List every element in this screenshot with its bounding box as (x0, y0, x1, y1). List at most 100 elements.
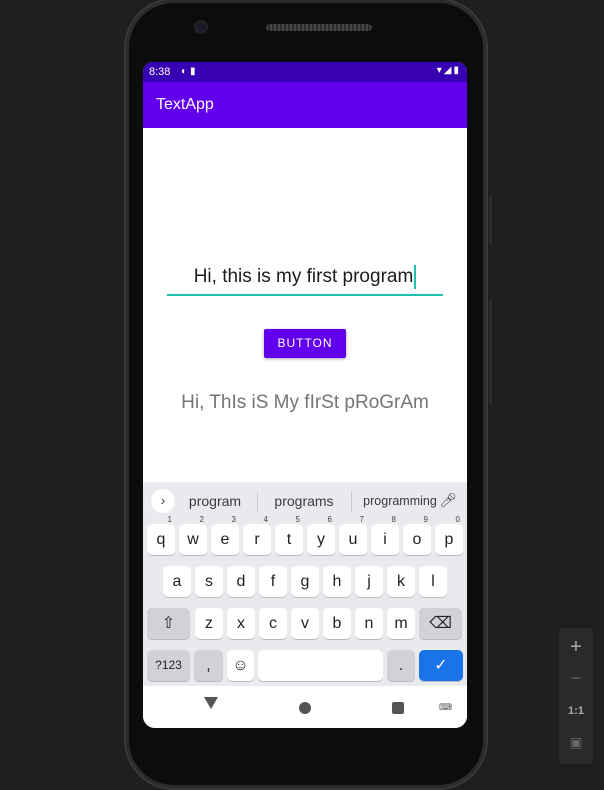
zoom-out-button[interactable]: − (559, 668, 593, 689)
battery-icon: ▮ (453, 65, 461, 76)
key-label: z (205, 615, 213, 632)
key-label: t (286, 531, 292, 548)
key-label: x (237, 615, 245, 632)
emoji-key[interactable]: ☺ (227, 650, 254, 681)
key-w[interactable]: w2 (179, 515, 207, 555)
key-number-hint: 2 (199, 515, 204, 524)
key-label: s (205, 573, 213, 590)
key-t[interactable]: t5 (275, 515, 303, 555)
key-l[interactable]: l (419, 566, 447, 597)
suggestion-1[interactable]: program (183, 493, 247, 509)
key-x[interactable]: x (227, 608, 255, 639)
key-label: h (332, 573, 342, 590)
key-number-hint: 0 (455, 515, 460, 524)
key-label: d (236, 573, 246, 590)
key-label: u (348, 531, 358, 548)
key-y[interactable]: y6 (307, 515, 335, 555)
key-g[interactable]: g (291, 566, 319, 597)
app-title: TextApp (156, 96, 214, 113)
sync-icon: ◐ (181, 66, 191, 77)
keyboard-switch-icon[interactable]: ⌨ (439, 702, 452, 713)
key-label: v (301, 615, 309, 632)
key-q[interactable]: q1 (147, 515, 175, 555)
key-p[interactable]: p0 (435, 515, 463, 555)
key-label: m (394, 615, 408, 632)
key-label: k (397, 573, 405, 590)
space-key[interactable] (258, 650, 383, 681)
key-number-hint: 7 (359, 515, 364, 524)
symbols-key[interactable]: ?123 (147, 650, 190, 681)
microphone-icon[interactable]: 🎤︎ (439, 492, 457, 509)
key-label: f (270, 573, 276, 590)
app-bar: TextApp (143, 82, 467, 128)
key-label: c (269, 615, 277, 632)
key-a[interactable]: a (163, 566, 191, 597)
period-key[interactable]: . (387, 650, 415, 681)
key-i[interactable]: i8 (371, 515, 399, 555)
check-icon: ✓ (434, 657, 448, 674)
suggestion-strip: › program programs programming 🎤︎ (143, 482, 467, 520)
key-k[interactable]: k (387, 566, 415, 597)
key-c[interactable]: c (259, 608, 287, 639)
key-label: b (332, 615, 342, 632)
key-label: o (412, 531, 422, 548)
key-f[interactable]: f (259, 566, 287, 597)
front-camera (196, 22, 206, 32)
earpiece-speaker (266, 24, 372, 31)
volume-button[interactable] (489, 300, 492, 404)
key-label: e (220, 531, 230, 548)
key-number-hint: 4 (263, 515, 268, 524)
shift-key[interactable]: ⇧ (147, 608, 190, 639)
key-label: y (317, 531, 325, 548)
key-r[interactable]: r4 (243, 515, 271, 555)
key-label: j (367, 573, 371, 590)
suggestion-divider (351, 492, 352, 512)
key-label: i (383, 531, 387, 548)
key-number-hint: 3 (231, 515, 236, 524)
home-icon[interactable] (299, 702, 311, 714)
key-m[interactable]: m (387, 608, 415, 639)
navigation-bar: ⌨ (143, 686, 467, 728)
zoom-in-button[interactable]: + (559, 636, 593, 659)
actual-size-button[interactable]: 1:1 (559, 705, 593, 717)
backspace-key[interactable]: ⌫ (419, 608, 462, 639)
notification-icons: ◐▮ (181, 66, 199, 77)
recents-icon[interactable] (392, 702, 404, 714)
fit-screen-icon[interactable]: ▣ (559, 734, 593, 751)
key-label: w (187, 531, 199, 548)
chevron-right-icon[interactable]: › (151, 489, 175, 513)
back-icon[interactable] (204, 697, 218, 709)
key-e[interactable]: e3 (211, 515, 239, 555)
text-input-field[interactable]: Hi, this is my first program (167, 262, 443, 296)
key-label: n (364, 615, 374, 632)
key-number-hint: 1 (167, 515, 172, 524)
emoji-icon: ☺ (232, 657, 249, 674)
key-label: a (172, 573, 182, 590)
key-label: g (300, 573, 310, 590)
key-s[interactable]: s (195, 566, 223, 597)
key-h[interactable]: h (323, 566, 351, 597)
key-o[interactable]: o9 (403, 515, 431, 555)
key-u[interactable]: u7 (339, 515, 367, 555)
key-label: l (431, 573, 435, 590)
comma-key[interactable]: , (194, 650, 223, 681)
key-label: q (156, 531, 166, 548)
key-n[interactable]: n (355, 608, 383, 639)
key-number-hint: 8 (391, 515, 396, 524)
suggestion-divider (257, 492, 258, 512)
text-cursor (414, 264, 417, 289)
text-input-value: Hi, this is my first program (193, 266, 414, 287)
convert-button[interactable]: BUTTON (264, 329, 346, 358)
result-text: Hi, ThIs iS My fIrSt pRoGrAm (181, 392, 429, 413)
status-time: 8:38 (149, 66, 171, 78)
key-z[interactable]: z (195, 608, 223, 639)
key-d[interactable]: d (227, 566, 255, 597)
key-label: r (254, 531, 260, 548)
key-b[interactable]: b (323, 608, 351, 639)
suggestion-2[interactable]: programs (265, 493, 343, 509)
suggestion-3[interactable]: programming (355, 494, 445, 508)
done-key[interactable]: ✓ (419, 650, 463, 681)
key-j[interactable]: j (355, 566, 383, 597)
key-v[interactable]: v (291, 608, 319, 639)
power-button[interactable] (489, 196, 492, 244)
